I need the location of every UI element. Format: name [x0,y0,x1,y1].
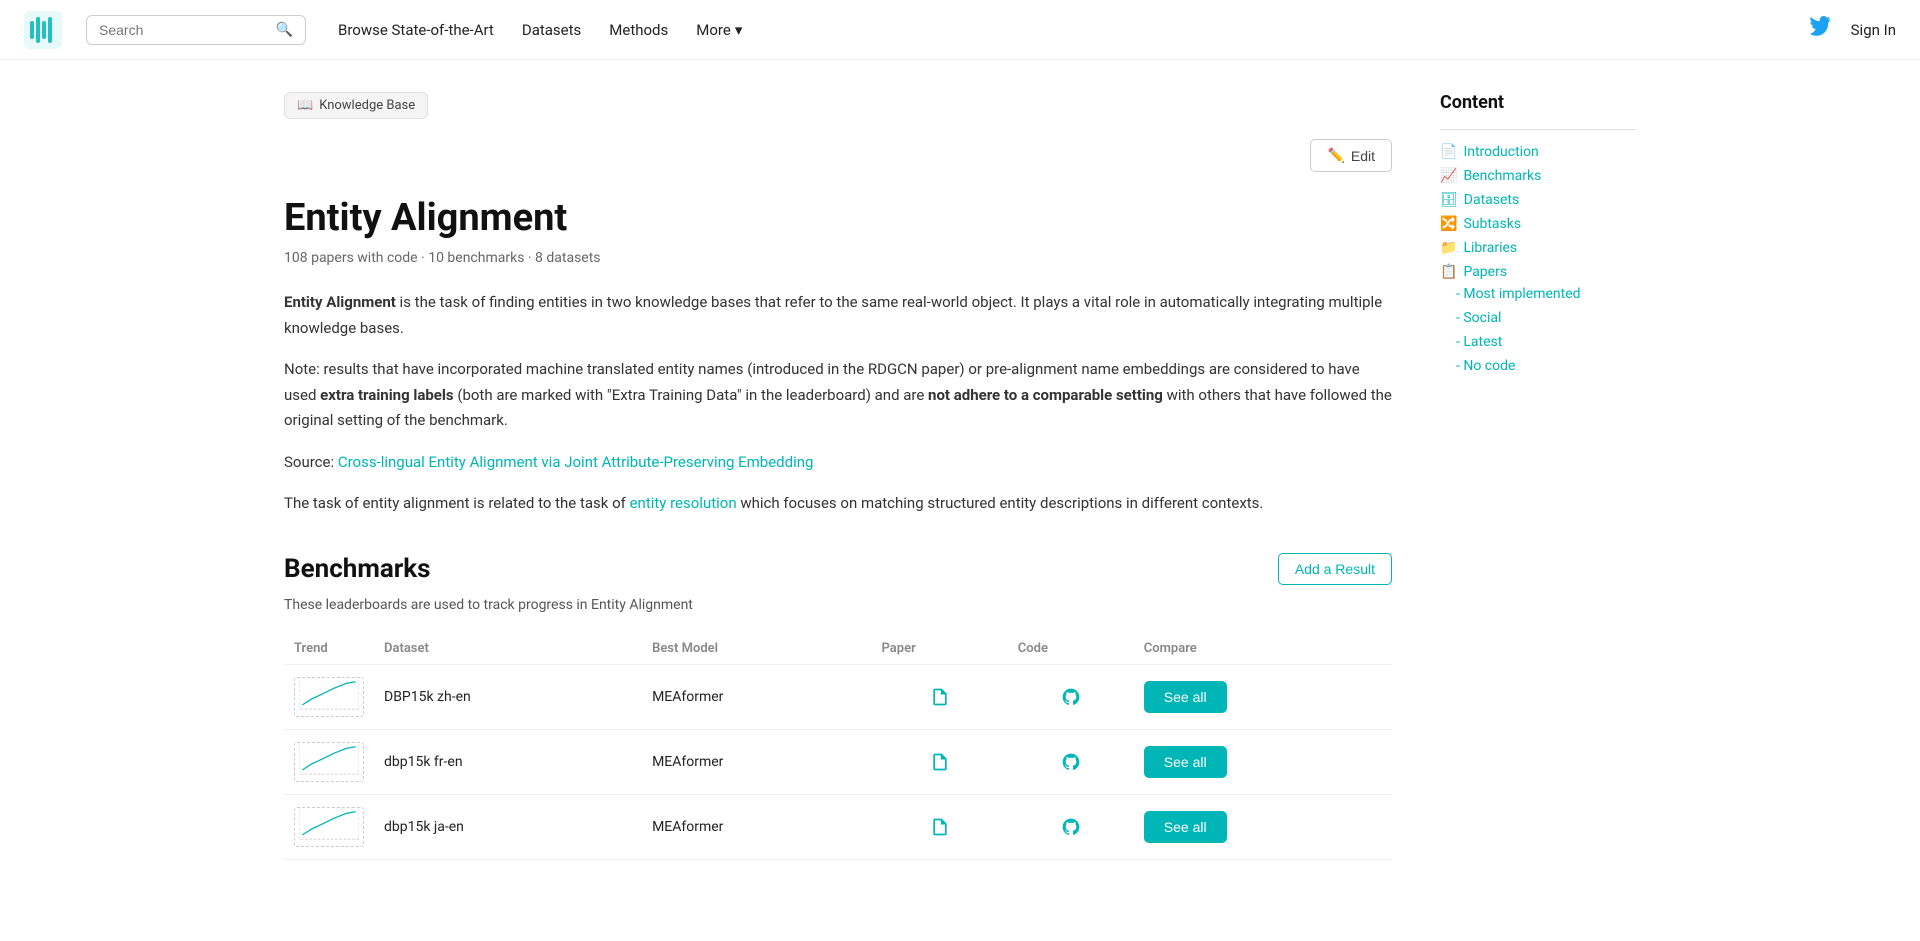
content-area: 📖 Knowledge Base ✏️ Edit Entity Alignmen… [284,60,1416,920]
sidebar-sub-social[interactable]: - Social [1456,310,1636,326]
doc-icon: 📄 [1440,144,1457,160]
paper-cell[interactable] [872,794,1008,859]
sidebar-item-libraries[interactable]: 📁 Libraries [1440,240,1636,256]
dataset-cell: dbp15k fr-en [374,729,642,794]
compare-cell[interactable]: See all [1134,664,1392,729]
benchmarks-title: Benchmarks [284,554,431,584]
benchmarks-description: These leaderboards are used to track pro… [284,597,1392,613]
page-meta: 108 papers with code · 10 benchmarks · 8… [284,250,1392,266]
intro-paragraph-1: Entity Alignment is the task of finding … [284,290,1392,341]
navbar: 🔍 Browse State-of-the-Art Datasets Metho… [0,0,1920,60]
col-trend: Trend [284,633,374,665]
nav-more[interactable]: More ▾ [696,21,742,39]
search-box[interactable]: 🔍 [86,15,306,45]
database-icon: 🗄 [1440,192,1458,208]
compare-cell[interactable]: See all [1134,794,1392,859]
see-all-button[interactable]: See all [1144,746,1227,778]
twitter-icon[interactable] [1809,16,1831,43]
breadcrumb[interactable]: 📖 Knowledge Base [284,92,428,119]
nav-methods[interactable]: Methods [609,21,668,39]
paper-link-icon[interactable] [882,687,998,707]
dataset-cell: DBP15k zh-en [374,664,642,729]
sidebar-sub-most-implemented[interactable]: - Most implemented [1456,286,1636,302]
sidebar: Content 📄 Introduction 📈 Benchmarks 🗄 Da… [1416,60,1636,920]
task-paragraph: The task of entity alignment is related … [284,491,1392,517]
trend-cell [284,664,374,729]
trend-cell [284,794,374,859]
col-compare: Compare [1134,633,1392,665]
benchmarks-section-header: Benchmarks Add a Result [284,553,1392,585]
table-header-row: Trend Dataset Best Model Paper Code Comp… [284,633,1392,665]
nav-browse-sota[interactable]: Browse State-of-the-Art [338,21,494,39]
sidebar-sub-no-code[interactable]: - No code [1456,358,1636,374]
sign-in-button[interactable]: Sign In [1851,21,1896,39]
sidebar-sub-latest[interactable]: - Latest [1456,334,1636,350]
table-row: dbp15k fr-en MEAformer See all [284,729,1392,794]
book-icon: 📖 [297,98,313,113]
search-icon: 🔍 [276,22,293,38]
best-model-cell: MEAformer [642,729,871,794]
paper-link-icon[interactable] [882,752,998,772]
lib-icon: 📁 [1440,240,1457,256]
entity-resolution-link[interactable]: entity resolution [630,494,737,512]
code-cell[interactable] [1008,729,1134,794]
source-paragraph: Source: Cross-lingual Entity Alignment v… [284,450,1392,476]
sidebar-sub-nav: - Most implemented - Social - Latest - N… [1440,286,1636,374]
sidebar-item-subtasks[interactable]: 🔀 Subtasks [1440,216,1636,232]
github-icon[interactable] [1018,687,1124,707]
table-row: dbp15k ja-en MEAformer See all [284,794,1392,859]
code-cell[interactable] [1008,794,1134,859]
nav-right: Sign In [1809,16,1896,43]
col-dataset: Dataset [374,633,642,665]
see-all-button[interactable]: See all [1144,681,1227,713]
github-icon[interactable] [1018,752,1124,772]
sidebar-item-papers[interactable]: 📋 Papers - Most implemented - Social - L… [1440,264,1636,374]
paper-cell[interactable] [872,729,1008,794]
chart-icon: 📈 [1440,168,1457,184]
nav-links: Browse State-of-the-Art Datasets Methods… [338,21,1809,39]
col-best-model: Best Model [642,633,871,665]
sidebar-divider [1440,129,1636,130]
sidebar-nav: 📄 Introduction 📈 Benchmarks 🗄 Datasets 🔀 [1440,144,1636,374]
see-all-button[interactable]: See all [1144,811,1227,843]
page-title: Entity Alignment [284,196,1392,240]
paper-icon: 📋 [1440,264,1457,280]
trend-cell [284,729,374,794]
sidebar-title: Content [1440,92,1636,113]
edit-area: ✏️ Edit [284,139,1392,192]
edit-icon: ✏️ [1327,147,1344,164]
table-row: DBP15k zh-en MEAformer See all [284,664,1392,729]
add-result-button[interactable]: Add a Result [1278,553,1392,585]
code-cell[interactable] [1008,664,1134,729]
nav-datasets[interactable]: Datasets [522,21,581,39]
github-icon[interactable] [1018,817,1124,837]
breadcrumb-label: Knowledge Base [319,98,415,113]
best-model-cell: MEAformer [642,664,871,729]
paper-link-icon[interactable] [882,817,998,837]
edit-button[interactable]: ✏️ Edit [1310,139,1392,172]
sidebar-item-datasets[interactable]: 🗄 Datasets [1440,192,1636,208]
best-model-cell: MEAformer [642,794,871,859]
dataset-cell: dbp15k ja-en [374,794,642,859]
chevron-down-icon: ▾ [735,21,743,39]
logo[interactable] [24,11,62,49]
col-code: Code [1008,633,1134,665]
paper-cell[interactable] [872,664,1008,729]
intro-paragraph-2: Note: results that have incorporated mac… [284,357,1392,434]
source-link[interactable]: Cross-lingual Entity Alignment via Joint… [338,453,814,471]
page-container: 📖 Knowledge Base ✏️ Edit Entity Alignmen… [260,60,1660,920]
benchmarks-table: Trend Dataset Best Model Paper Code Comp… [284,633,1392,860]
search-input[interactable] [99,22,272,38]
col-paper: Paper [872,633,1008,665]
compare-cell[interactable]: See all [1134,729,1392,794]
sidebar-item-introduction[interactable]: 📄 Introduction [1440,144,1636,160]
subtask-icon: 🔀 [1440,216,1457,232]
sidebar-item-benchmarks[interactable]: 📈 Benchmarks [1440,168,1636,184]
